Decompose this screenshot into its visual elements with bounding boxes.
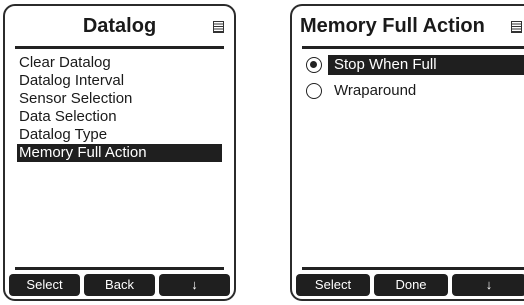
title-bar: Memory Full Action <box>292 6 524 48</box>
softkey-bar: Select Back ↓ <box>9 274 230 296</box>
softkey-divider <box>302 267 524 270</box>
radio-option-label: Wraparound <box>334 82 417 99</box>
menu-list: Clear Datalog Datalog Interval Sensor Se… <box>17 54 222 162</box>
menu-item-datalog-interval[interactable]: Datalog Interval <box>17 72 222 90</box>
menu-item-sensor-selection[interactable]: Sensor Selection <box>17 90 222 108</box>
page-title: Memory Full Action <box>300 15 485 37</box>
radio-option-wraparound[interactable]: Wraparound <box>306 80 524 106</box>
radio-button-unchecked[interactable] <box>306 83 322 99</box>
select-button[interactable]: Select <box>9 274 80 296</box>
radio-button-checked[interactable] <box>306 57 322 73</box>
menu-item-memory-full-action[interactable]: Memory Full Action <box>17 144 222 162</box>
menu-item-data-selection[interactable]: Data Selection <box>17 108 222 126</box>
radio-option-list: Stop When Full Wraparound <box>306 54 524 106</box>
down-arrow-button[interactable]: ↓ <box>452 274 524 296</box>
menu-icon[interactable] <box>511 21 522 33</box>
datalog-screen: Datalog Clear Datalog Datalog Interval S… <box>3 4 236 301</box>
title-divider <box>302 46 524 49</box>
done-button[interactable]: Done <box>374 274 448 296</box>
radio-option-stop-when-full[interactable]: Stop When Full <box>306 54 524 80</box>
menu-item-clear-datalog[interactable]: Clear Datalog <box>17 54 222 72</box>
memory-full-action-screen: Memory Full Action Stop When Full Wrapar… <box>290 4 524 301</box>
softkey-divider <box>15 267 224 270</box>
radio-option-label: Stop When Full <box>328 55 524 75</box>
softkey-bar: Select Done ↓ <box>296 274 524 296</box>
select-button[interactable]: Select <box>296 274 370 296</box>
down-arrow-button[interactable]: ↓ <box>159 274 230 296</box>
title-bar: Datalog <box>5 6 234 48</box>
page-title: Datalog <box>82 15 157 37</box>
back-button[interactable]: Back <box>84 274 155 296</box>
menu-icon[interactable] <box>213 21 224 33</box>
menu-item-datalog-type[interactable]: Datalog Type <box>17 126 222 144</box>
title-divider <box>15 46 224 49</box>
